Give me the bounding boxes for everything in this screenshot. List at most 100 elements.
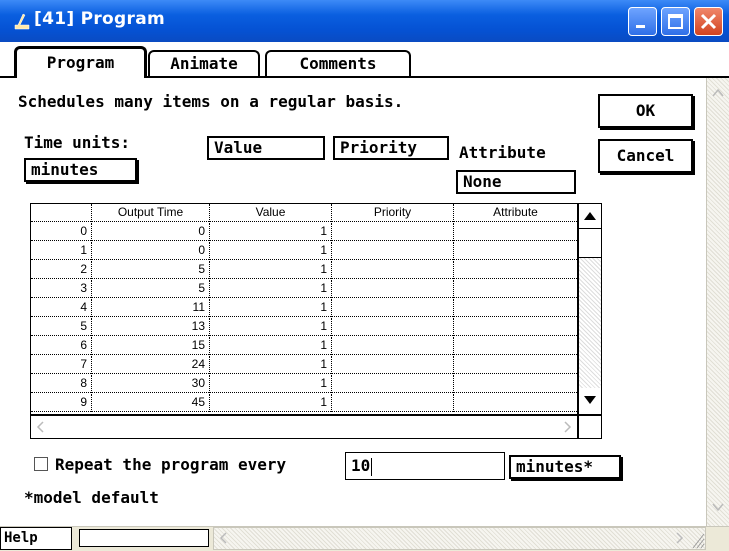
- table-row[interactable]: 5 13 1: [31, 318, 577, 336]
- tab-animate[interactable]: Animate: [148, 50, 260, 76]
- tab-comments[interactable]: Comments: [265, 50, 411, 76]
- row-index-cell[interactable]: 3: [31, 280, 92, 298]
- attribute-popup[interactable]: None: [456, 170, 576, 194]
- scroll-left-arrow-icon[interactable]: [33, 416, 49, 438]
- row-index-cell[interactable]: 7: [31, 356, 92, 374]
- row-index-cell[interactable]: 4: [31, 299, 92, 317]
- priority-cell[interactable]: [332, 261, 454, 279]
- row-index-cell[interactable]: 5: [31, 318, 92, 336]
- tab-strip: Program Animate Comments: [0, 42, 729, 78]
- window-scroll-down-icon[interactable]: [707, 496, 729, 518]
- cancel-button[interactable]: Cancel: [598, 139, 693, 173]
- output-time-cell[interactable]: 15: [92, 337, 210, 355]
- value-cell[interactable]: 1: [210, 318, 332, 336]
- table-row[interactable]: 9 45 1: [31, 394, 577, 412]
- value-column-popup[interactable]: Value: [207, 136, 325, 160]
- priority-cell[interactable]: [332, 242, 454, 260]
- value-cell[interactable]: 1: [210, 280, 332, 298]
- scroll-up-arrow-icon[interactable]: [579, 206, 601, 226]
- table-row[interactable]: 001: [31, 223, 577, 241]
- value-cell[interactable]: 1: [210, 337, 332, 355]
- attribute-cell[interactable]: [454, 337, 577, 355]
- table-row[interactable]: 7 24 1: [31, 356, 577, 374]
- window-horizontal-scrollbar[interactable]: [213, 527, 706, 550]
- output-time-cell[interactable]: 30: [92, 375, 210, 393]
- output-time-cell[interactable]: 24: [92, 356, 210, 374]
- attribute-cell[interactable]: [454, 318, 577, 336]
- close-button[interactable]: [694, 7, 723, 36]
- column-header-output-time[interactable]: Output Time: [92, 204, 210, 222]
- scroll-track[interactable]: [579, 258, 601, 388]
- scroll-right-arrow-icon[interactable]: [559, 416, 575, 438]
- scroll-thumb[interactable]: [579, 228, 601, 258]
- table-row[interactable]: 8 30 1: [31, 375, 577, 393]
- help-button[interactable]: Help: [0, 527, 72, 550]
- ok-button[interactable]: OK: [598, 94, 693, 128]
- attribute-cell[interactable]: [454, 299, 577, 317]
- row-index-cell[interactable]: 6: [31, 337, 92, 355]
- column-header-attribute[interactable]: Attribute: [454, 204, 577, 222]
- output-time-cell[interactable]: 5: [92, 280, 210, 298]
- attribute-cell[interactable]: [454, 356, 577, 374]
- value-cell[interactable]: 1: [210, 394, 332, 412]
- attribute-cell[interactable]: [454, 261, 577, 279]
- attribute-cell[interactable]: [454, 280, 577, 298]
- window-scroll-left-icon[interactable]: [216, 528, 232, 549]
- output-time-cell[interactable]: 0: [92, 223, 210, 241]
- scroll-down-arrow-icon[interactable]: [579, 390, 601, 410]
- column-header-priority[interactable]: Priority: [332, 204, 454, 222]
- value-cell[interactable]: 1: [210, 242, 332, 260]
- value-cell[interactable]: 1: [210, 375, 332, 393]
- output-time-cell[interactable]: 45: [92, 394, 210, 412]
- value-cell[interactable]: 1: [210, 223, 332, 241]
- minimize-button[interactable]: [628, 7, 657, 36]
- time-units-popup[interactable]: minutes: [24, 158, 137, 182]
- priority-cell[interactable]: [332, 394, 454, 412]
- repeat-interval-input[interactable]: 10: [345, 452, 505, 480]
- attribute-cell[interactable]: [454, 223, 577, 241]
- output-time-cell[interactable]: 5: [92, 261, 210, 279]
- attribute-cell[interactable]: [454, 394, 577, 412]
- output-time-cell[interactable]: 13: [92, 318, 210, 336]
- table-row[interactable]: 351: [31, 280, 577, 298]
- table-vertical-scrollbar[interactable]: [578, 203, 602, 415]
- window-scroll-right-icon[interactable]: [671, 528, 687, 549]
- table-horizontal-scrollbar[interactable]: [30, 415, 578, 439]
- maximize-button[interactable]: [661, 7, 690, 36]
- priority-cell[interactable]: [332, 356, 454, 374]
- priority-cell[interactable]: [332, 318, 454, 336]
- priority-cell[interactable]: [332, 280, 454, 298]
- row-index-cell[interactable]: 9: [31, 394, 92, 412]
- window-scroll-up-icon[interactable]: [707, 82, 729, 104]
- repeat-units-popup[interactable]: minutes*: [509, 455, 621, 479]
- repeat-checkbox[interactable]: [34, 457, 48, 471]
- output-time-cell[interactable]: 0: [92, 242, 210, 260]
- table-row[interactable]: 4 11 1: [31, 299, 577, 317]
- attribute-cell[interactable]: [454, 242, 577, 260]
- priority-cell[interactable]: [332, 375, 454, 393]
- title-bar[interactable]: [41] Program: [0, 0, 729, 42]
- value-cell[interactable]: 1: [210, 261, 332, 279]
- attribute-cell[interactable]: [454, 375, 577, 393]
- priority-cell[interactable]: [332, 337, 454, 355]
- table-row[interactable]: 6 15 1: [31, 337, 577, 355]
- table-row[interactable]: 101: [31, 242, 577, 260]
- repeat-interval-value: 10: [351, 456, 371, 475]
- row-index-cell[interactable]: 2: [31, 261, 92, 279]
- resize-grip-icon[interactable]: [689, 528, 705, 549]
- table-row[interactable]: 251: [31, 261, 577, 279]
- priority-cell[interactable]: [332, 223, 454, 241]
- row-index-cell[interactable]: 0: [31, 223, 92, 241]
- output-time-cell[interactable]: 11: [92, 299, 210, 317]
- row-index-cell[interactable]: 8: [31, 375, 92, 393]
- column-header-value[interactable]: Value: [210, 204, 332, 222]
- window-vertical-scrollbar[interactable]: [706, 78, 729, 526]
- row-index-cell[interactable]: 1: [31, 242, 92, 260]
- tab-program[interactable]: Program: [14, 46, 147, 78]
- value-cell[interactable]: 1: [210, 299, 332, 317]
- program-dialog: [41] Program Program Animate Comments Sc…: [0, 0, 729, 551]
- priority-column-popup[interactable]: Priority: [333, 136, 449, 160]
- output-table[interactable]: Output Time Value Priority Attribute 001…: [30, 203, 578, 415]
- priority-cell[interactable]: [332, 299, 454, 317]
- value-cell[interactable]: 1: [210, 356, 332, 374]
